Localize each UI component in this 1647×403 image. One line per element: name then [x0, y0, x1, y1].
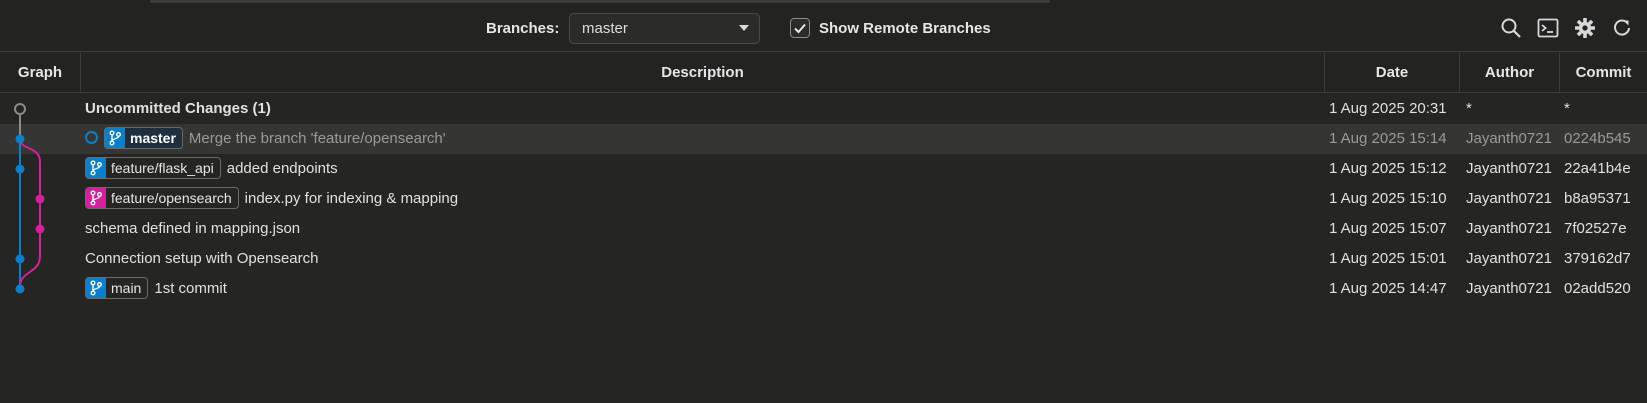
commit-date: 1 Aug 2025 15:01	[1329, 250, 1447, 267]
commit-description: feature/opensearch index.py for indexing …	[85, 184, 458, 214]
toolbar: Branches: master Show Remote Branches	[0, 0, 1647, 52]
commit-hash: 7f02527e	[1564, 220, 1627, 237]
refresh-icon[interactable]	[1611, 17, 1633, 39]
show-remote-checkbox[interactable]	[790, 18, 810, 38]
commit-message: Uncommitted Changes (1)	[85, 100, 271, 117]
commit-message: added endpoints	[226, 160, 338, 177]
commit-author: *	[1466, 100, 1472, 117]
branch-select[interactable]: master	[569, 13, 760, 44]
branch-icon	[86, 278, 106, 299]
commit-author: Jayanth0721	[1466, 250, 1552, 267]
ref-label: main	[111, 280, 142, 297]
ref-label: feature/opensearch	[111, 190, 232, 207]
ref-label: master	[125, 128, 182, 149]
commit-date: 1 Aug 2025 15:10	[1329, 190, 1447, 207]
commit-date: 1 Aug 2025 20:31	[1329, 100, 1447, 117]
commit-description: feature/flask_api added endpoints	[85, 154, 338, 184]
commit-author: Jayanth0721	[1466, 160, 1552, 177]
branch-ref-main[interactable]: main	[85, 277, 149, 300]
column-header-row: Graph Description Date Author Commit	[0, 53, 1647, 93]
commit-message: 1st commit	[154, 280, 227, 297]
chevron-down-icon	[739, 25, 749, 31]
graph-node-master[interactable]	[15, 134, 25, 144]
terminal-icon[interactable]	[1537, 17, 1559, 39]
commit-date: 1 Aug 2025 15:14	[1329, 130, 1447, 147]
gear-icon[interactable]	[1574, 17, 1596, 39]
branch-icon	[86, 188, 106, 209]
top-strip	[150, 0, 1050, 3]
table-row[interactable]: master Merge the branch 'feature/opensear…	[0, 124, 1647, 154]
table-row[interactable]: main 1st commit 1 Aug 2025 14:47 Jayanth0…	[0, 274, 1647, 304]
commit-hash: *	[1564, 100, 1570, 117]
branch-icon	[86, 158, 106, 179]
graph-node-first-commit[interactable]	[15, 284, 25, 294]
column-header-author[interactable]: Author	[1460, 53, 1560, 92]
branch-icon	[105, 128, 125, 149]
column-header-date[interactable]: Date	[1325, 53, 1460, 92]
table-row[interactable]: feature/flask_api added endpoints 1 Aug 2…	[0, 154, 1647, 184]
table-row[interactable]: Connection setup with Opensearch 1 Aug 2…	[0, 244, 1647, 274]
commit-date: 1 Aug 2025 15:07	[1329, 220, 1447, 237]
commit-author: Jayanth0721	[1466, 190, 1552, 207]
commit-description: master Merge the branch 'feature/opensear…	[85, 124, 446, 154]
commit-author: Jayanth0721	[1466, 220, 1552, 237]
commit-hash: 379162d7	[1564, 250, 1631, 267]
commit-author: Jayanth0721	[1466, 280, 1552, 297]
commit-date: 1 Aug 2025 14:47	[1329, 280, 1447, 297]
commit-hash: 0224b545	[1564, 130, 1631, 147]
table-row[interactable]: feature/opensearch index.py for indexing …	[0, 184, 1647, 214]
checkmark-icon	[794, 23, 806, 34]
column-header-description[interactable]: Description	[81, 53, 1325, 92]
graph-node-schema[interactable]	[35, 224, 45, 234]
graph-node-flask-api[interactable]	[15, 164, 25, 174]
table-row[interactable]: schema defined in mapping.json 1 Aug 202…	[0, 214, 1647, 244]
show-remote-label[interactable]: Show Remote Branches	[819, 20, 991, 37]
table-row[interactable]: Uncommitted Changes (1) 1 Aug 2025 20:31…	[0, 94, 1647, 124]
commit-hash: b8a95371	[1564, 190, 1631, 207]
branch-ref-feature-flask-api[interactable]: feature/flask_api	[85, 157, 221, 180]
graph-node-connection[interactable]	[15, 254, 25, 264]
search-icon[interactable]	[1500, 17, 1522, 39]
head-indicator-icon	[85, 130, 98, 144]
column-header-commit[interactable]: Commit	[1560, 53, 1647, 92]
ref-label: feature/flask_api	[111, 160, 214, 177]
commit-graph	[14, 103, 45, 294]
commit-hash: 02add520	[1564, 280, 1631, 297]
graph-node-opensearch[interactable]	[35, 194, 45, 204]
commit-date: 1 Aug 2025 15:12	[1329, 160, 1447, 177]
commit-message: Connection setup with Opensearch	[85, 250, 319, 267]
commit-message: index.py for indexing & mapping	[244, 190, 459, 207]
branch-select-value: master	[582, 20, 628, 37]
commit-message: Merge the branch 'feature/opensearch'	[188, 130, 446, 147]
commit-hash: 22a41b4e	[1564, 160, 1631, 177]
graph-node-uncommitted[interactable]	[14, 103, 26, 115]
column-header-graph[interactable]: Graph	[0, 53, 81, 92]
commit-message: schema defined in mapping.json	[85, 220, 301, 237]
graph-edge-feature-branch	[19, 138, 41, 288]
branch-ref-feature-opensearch[interactable]: feature/opensearch	[85, 187, 239, 210]
commit-description: main 1st commit	[85, 274, 227, 304]
branch-ref-master[interactable]: master	[104, 127, 183, 150]
commit-author: Jayanth0721	[1466, 130, 1552, 147]
branches-label: Branches:	[486, 20, 560, 37]
